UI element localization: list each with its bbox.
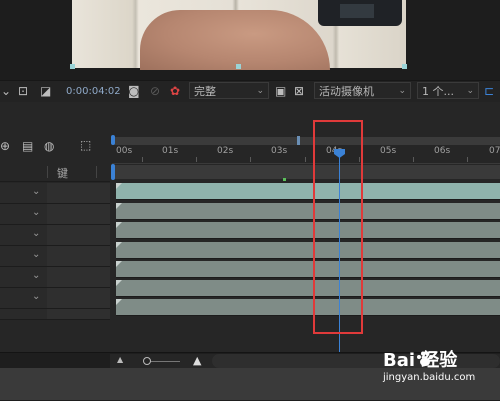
layer-row-controls[interactable]: ⌄: [0, 183, 110, 204]
layer-row-controls[interactable]: ⌄: [0, 246, 110, 267]
green-marker: [283, 178, 286, 181]
ruler-label: 00s: [116, 146, 133, 156]
ruler-label: 07: [489, 146, 500, 156]
chevron-down-icon[interactable]: ⌄: [32, 249, 40, 260]
layer-duration-bar[interactable]: [116, 280, 500, 297]
motion-blur-icon[interactable]: ◍: [44, 139, 54, 153]
fast-previews-icon[interactable]: ▣: [275, 81, 286, 102]
color-channels-icon[interactable]: ✿: [170, 81, 180, 102]
graph-editor-icon[interactable]: ⬚: [80, 138, 91, 152]
chevron-down-icon[interactable]: ⌄: [32, 207, 40, 218]
navigator-start-handle[interactable]: [111, 164, 115, 180]
layer-key-cell: [47, 288, 110, 308]
ruler-tick: [467, 157, 468, 162]
layer-duration-bar[interactable]: [116, 203, 500, 220]
layer-in-point: [116, 183, 122, 189]
time-navigator-bar[interactable]: [112, 165, 500, 179]
camera-dropdown[interactable]: 活动摄像机 ⌄: [314, 82, 411, 99]
layer-row-controls[interactable]: ⌄: [0, 225, 110, 246]
layer-row-controls[interactable]: ⌄: [0, 204, 110, 225]
ruler-tick: [250, 157, 251, 162]
layer-key-cell: [47, 246, 110, 266]
work-area-marker[interactable]: [297, 136, 300, 145]
zoom-slider-track[interactable]: [150, 361, 180, 362]
column-divider: [47, 166, 48, 178]
chevron-down-icon: ⌄: [398, 86, 406, 96]
zoom-slider-knob[interactable]: [143, 357, 151, 365]
ruler-label: 03s: [271, 146, 288, 156]
timecode-display[interactable]: 0:00:04:02: [66, 81, 121, 102]
layer-key-cell: [47, 267, 110, 287]
work-area-start-handle[interactable]: [111, 135, 115, 145]
chevron-down-icon[interactable]: ⌄: [32, 270, 40, 281]
layer-in-point: [116, 242, 122, 248]
device-detail: [340, 4, 374, 18]
work-area-bar[interactable]: [112, 137, 500, 145]
column-divider: [96, 166, 97, 178]
ruler-label: 05s: [380, 146, 397, 156]
chevron-down-icon[interactable]: ⌄: [32, 186, 40, 197]
highlight-box: [313, 120, 363, 334]
resolution-dropdown[interactable]: 完整 ⌄: [189, 82, 269, 99]
layer-row-controls[interactable]: [0, 309, 110, 320]
transparency-grid-icon[interactable]: ◪: [40, 81, 51, 102]
layer-row-controls[interactable]: ⌄: [0, 267, 110, 288]
layer-in-point: [116, 280, 122, 286]
layer-key-cell: [47, 183, 110, 203]
chevron-down-icon[interactable]: ⌄: [1, 81, 11, 102]
chevron-down-icon[interactable]: ⌄: [32, 228, 40, 239]
transform-handle[interactable]: [236, 64, 241, 69]
layer-duration-bar[interactable]: [116, 261, 500, 278]
hands-image: [140, 10, 330, 70]
layer-duration-bar[interactable]: [116, 299, 500, 316]
timeline-switches-area: ⊕ ▤ ◍ ⬚: [0, 102, 110, 162]
toggle-transparency-grid-icon[interactable]: ⊠: [294, 81, 304, 102]
layer-duration-bar[interactable]: [116, 222, 500, 239]
layer-column-header: 键: [0, 163, 110, 182]
layer-in-point: [116, 203, 122, 209]
toggle-pixel-aspect-icon[interactable]: ⊏: [484, 81, 494, 102]
resolution-value: 完整: [194, 85, 216, 98]
layer-duration-bar[interactable]: [116, 242, 500, 259]
baidu-paw-icon: [417, 351, 433, 366]
layer-duration-bar[interactable]: [116, 183, 500, 200]
viewer-toolbar: ⌄ ⊡ ◪ 0:00:04:02 ◙ ⊘ ✿ 完整 ⌄ ▣ ⊠ 活动摄像机 ⌄ …: [0, 80, 500, 103]
ruler-label: 02s: [217, 146, 234, 156]
layer-row-controls[interactable]: ⌄: [0, 288, 110, 309]
chevron-down-icon: ⌄: [256, 86, 264, 96]
ruler-tick: [305, 157, 306, 162]
layer-in-point: [116, 222, 122, 228]
chevron-down-icon[interactable]: ⌄: [32, 291, 40, 302]
show-snapshot-icon[interactable]: ⊘: [150, 81, 160, 102]
zoom-out-icon[interactable]: ▲: [117, 355, 123, 364]
region-of-interest-icon[interactable]: ⊡: [18, 81, 28, 102]
ruler-tick: [413, 157, 414, 162]
ruler-tick: [196, 157, 197, 162]
layer-key-cell: [47, 309, 110, 319]
camera-value: 活动摄像机: [319, 85, 374, 98]
keys-column-label: 键: [57, 167, 68, 180]
layer-key-cell: [47, 225, 110, 245]
transform-handle[interactable]: [70, 64, 75, 69]
layer-key-cell: [47, 204, 110, 224]
chevron-down-icon: ⌄: [466, 86, 474, 96]
watermark-url: jingyan.baidu.com: [383, 372, 476, 383]
ruler-label: 01s: [162, 146, 179, 156]
shy-layers-icon[interactable]: ⊕: [0, 139, 10, 153]
snapshot-camera-icon[interactable]: ◙: [128, 81, 140, 102]
ruler-tick: [142, 157, 143, 162]
layer-in-point: [116, 299, 122, 305]
ruler-label: 06s: [434, 146, 451, 156]
views-value: 1 个...: [422, 85, 454, 98]
transform-handle[interactable]: [402, 64, 407, 69]
layer-in-point: [116, 261, 122, 267]
frame-blending-icon[interactable]: ▤: [22, 139, 33, 153]
zoom-in-icon[interactable]: ▲: [193, 354, 201, 367]
views-dropdown[interactable]: 1 个... ⌄: [417, 82, 479, 99]
